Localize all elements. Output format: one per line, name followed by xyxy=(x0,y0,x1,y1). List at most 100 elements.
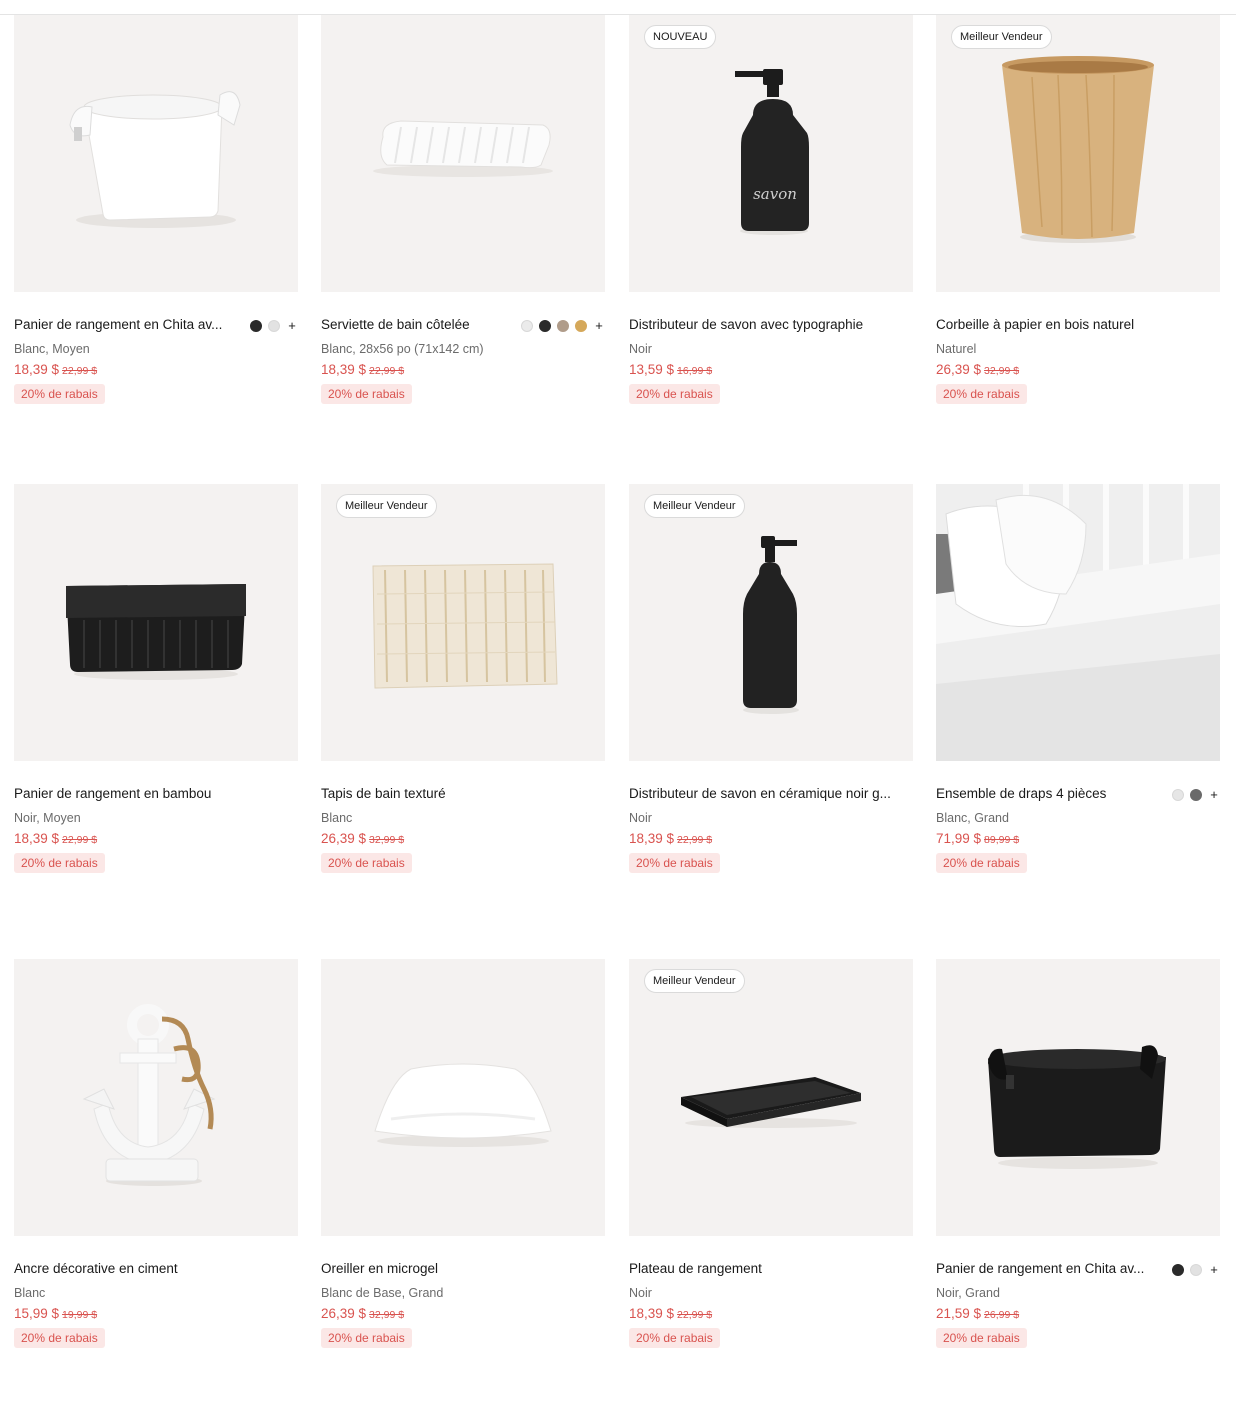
product-variant: Blanc de Base, Grand xyxy=(321,1286,444,1300)
product-title[interactable]: Tapis de bain texturé xyxy=(321,786,601,802)
product-title[interactable]: Ancre décorative en ciment xyxy=(14,1261,294,1277)
bath-mat-icon xyxy=(372,563,558,689)
sale-price: 13,59 $ xyxy=(629,362,675,377)
discount-badge: 20% de rabais xyxy=(936,1328,1027,1348)
product-info: Panier de rangement en Chita av... + Noi… xyxy=(936,1236,1220,1366)
product-info: Tapis de bain texturé Blanc 26,39 $32,99… xyxy=(321,761,605,891)
bamboo-basket-icon xyxy=(66,584,246,680)
product-badge: Meilleur Vendeur xyxy=(336,494,437,518)
bed-sheets-icon xyxy=(936,484,1220,761)
product-info: Ancre décorative en ciment Blanc 15,99 $… xyxy=(14,1236,298,1366)
soap-dispenser-icon: savon xyxy=(735,69,809,235)
sale-price: 18,39 $ xyxy=(14,831,60,846)
product-badge: NOUVEAU xyxy=(644,25,717,49)
product-image[interactable]: Meilleur Vendeur xyxy=(321,484,605,761)
product-card[interactable]: Panier de rangement en bambou Noir, Moye… xyxy=(14,484,298,891)
product-image[interactable]: NOUVEAU savon xyxy=(629,15,913,292)
product-image[interactable] xyxy=(321,15,605,292)
discount-badge: 20% de rabais xyxy=(936,853,1027,873)
product-image[interactable]: Meilleur Vendeur xyxy=(629,484,913,761)
product-badge: Meilleur Vendeur xyxy=(644,969,745,993)
discount-badge: 20% de rabais xyxy=(14,1328,105,1348)
price-line: 26,39 $32,99 $ xyxy=(321,1305,404,1323)
price-line: 18,39 $22,99 $ xyxy=(321,361,404,379)
product-card[interactable]: Panier de rangement en Chita av... + Bla… xyxy=(14,15,298,422)
swatch-black[interactable] xyxy=(1172,1264,1184,1276)
sale-price: 26,39 $ xyxy=(321,1306,367,1321)
svg-text:savon: savon xyxy=(753,185,797,203)
product-title[interactable]: Plateau de rangement xyxy=(629,1261,909,1277)
color-swatches: + xyxy=(250,319,298,332)
price-line: 26,39 $32,99 $ xyxy=(321,830,404,848)
product-title[interactable]: Oreiller en microgel xyxy=(321,1261,601,1277)
swatch-black[interactable] xyxy=(539,320,551,332)
product-card[interactable]: Meilleur Vendeur Distributeur de savon e… xyxy=(629,484,913,891)
product-image[interactable]: Meilleur Vendeur xyxy=(629,959,913,1236)
product-variant: Naturel xyxy=(936,342,977,356)
product-info: Distributeur de savon avec typographie N… xyxy=(629,292,913,422)
product-title[interactable]: Panier de rangement en Chita av... xyxy=(936,1261,1146,1277)
sale-price: 18,39 $ xyxy=(321,362,367,377)
product-card[interactable]: Meilleur Vendeur Corbeille à papier en b… xyxy=(936,15,1220,422)
wood-wastebasket-icon xyxy=(1002,56,1154,243)
product-image[interactable] xyxy=(321,959,605,1236)
product-card[interactable]: Oreiller en microgel Blanc de Base, Gran… xyxy=(321,959,605,1366)
color-swatches: + xyxy=(521,319,605,332)
product-info: Plateau de rangement Noir 18,39 $22,99 $… xyxy=(629,1236,913,1366)
product-title[interactable]: Serviette de bain côtelée xyxy=(321,317,501,333)
product-image[interactable] xyxy=(14,15,298,292)
product-title[interactable]: Panier de rangement en Chita av... xyxy=(14,317,224,333)
product-title[interactable]: Ensemble de draps 4 pièces xyxy=(936,786,1146,802)
product-variant: Blanc, 28x56 po (71x142 cm) xyxy=(321,342,484,356)
sale-price: 26,39 $ xyxy=(936,362,982,377)
product-info: Panier de rangement en bambou Noir, Moye… xyxy=(14,761,298,891)
original-price: 32,99 $ xyxy=(984,365,1020,377)
product-title[interactable]: Panier de rangement en bambou xyxy=(14,786,294,802)
original-price: 32,99 $ xyxy=(369,1309,405,1321)
product-image[interactable] xyxy=(936,959,1220,1236)
discount-badge: 20% de rabais xyxy=(321,384,412,404)
product-image[interactable]: Meilleur Vendeur xyxy=(936,15,1220,292)
product-title[interactable]: Distributeur de savon avec typographie xyxy=(629,317,909,333)
original-price: 22,99 $ xyxy=(677,1309,713,1321)
discount-badge: 20% de rabais xyxy=(629,853,720,873)
folded-towel-icon xyxy=(373,120,553,177)
original-price: 19,99 $ xyxy=(62,1309,98,1321)
product-title[interactable]: Corbeille à papier en bois naturel xyxy=(936,317,1216,333)
black-storage-basket-icon xyxy=(988,1045,1166,1169)
swatch-white[interactable] xyxy=(521,320,533,332)
discount-badge: 20% de rabais xyxy=(936,384,1027,404)
product-card[interactable]: NOUVEAU savon Distributeur de savon avec… xyxy=(629,15,913,422)
product-card[interactable]: Meilleur Vendeur Plateau de rangement No… xyxy=(629,959,913,1366)
price-line: 71,99 $89,99 $ xyxy=(936,830,1019,848)
product-image[interactable] xyxy=(14,959,298,1236)
product-info: Panier de rangement en Chita av... + Bla… xyxy=(14,292,298,422)
product-card[interactable]: Panier de rangement en Chita av... + Noi… xyxy=(936,959,1220,1366)
swatch-taupe[interactable] xyxy=(557,320,569,332)
original-price: 22,99 $ xyxy=(369,365,405,377)
more-swatches-plus-icon[interactable]: + xyxy=(1208,1263,1220,1276)
swatch-black[interactable] xyxy=(250,320,262,332)
more-swatches-plus-icon[interactable]: + xyxy=(593,319,605,332)
sale-price: 26,39 $ xyxy=(321,831,367,846)
color-swatches: + xyxy=(1172,788,1220,801)
product-card[interactable]: Ensemble de draps 4 pièces + Blanc, Gran… xyxy=(936,484,1220,891)
product-image[interactable] xyxy=(936,484,1220,761)
product-card[interactable]: Serviette de bain côtelée + Blanc, 28x56… xyxy=(321,15,605,422)
swatch-gold[interactable] xyxy=(575,320,587,332)
product-variant: Noir, Moyen xyxy=(14,811,81,825)
product-card[interactable]: Ancre décorative en ciment Blanc 15,99 $… xyxy=(14,959,298,1366)
product-title[interactable]: Distributeur de savon en céramique noir … xyxy=(629,786,909,802)
sale-price: 18,39 $ xyxy=(629,1306,675,1321)
original-price: 16,99 $ xyxy=(677,365,713,377)
product-variant: Noir xyxy=(629,342,652,356)
product-image[interactable] xyxy=(14,484,298,761)
swatch-white[interactable] xyxy=(1190,1264,1202,1276)
product-card[interactable]: Meilleur Vendeur Tapis de bain texturé B… xyxy=(321,484,605,891)
swatch-grey[interactable] xyxy=(1190,789,1202,801)
more-swatches-plus-icon[interactable]: + xyxy=(1208,788,1220,801)
discount-badge: 20% de rabais xyxy=(321,1328,412,1348)
more-swatches-plus-icon[interactable]: + xyxy=(286,319,298,332)
swatch-white[interactable] xyxy=(1172,789,1184,801)
swatch-white[interactable] xyxy=(268,320,280,332)
